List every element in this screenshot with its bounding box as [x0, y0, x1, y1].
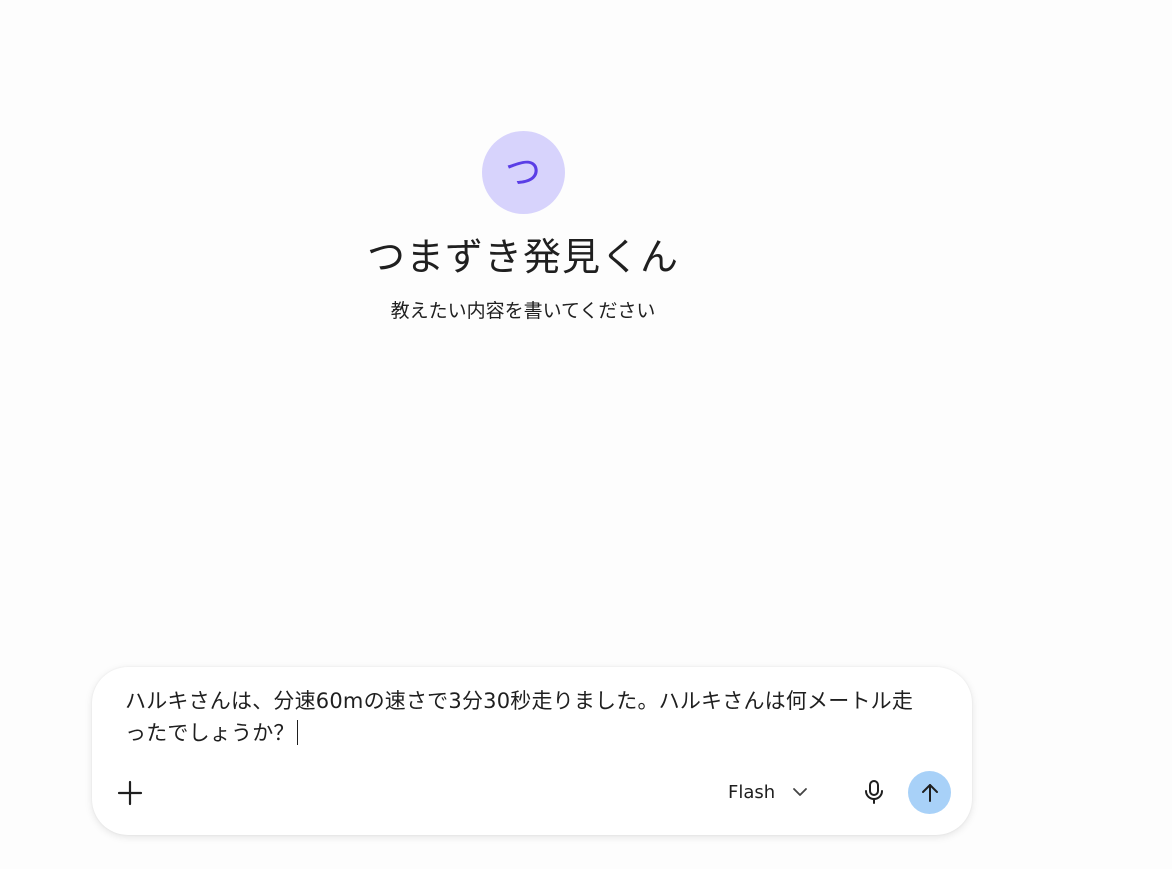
microphone-icon: [865, 780, 883, 804]
plus-icon: [117, 780, 143, 806]
gem-avatar: つ: [481, 131, 565, 214]
page-title: つまずき発見くん: [366, 235, 679, 279]
model-selector[interactable]: Flash: [728, 774, 809, 810]
prompt-input-value: ハルキさんは、分速60mの速さで3分30秒走りました。ハルキさんは何メートル走っ…: [125, 689, 914, 745]
avatar-glyph: つ: [504, 151, 541, 193]
text-caret: [296, 720, 298, 745]
arrow-up-icon: [921, 783, 938, 802]
chevron-down-icon: [793, 788, 808, 796]
app-window: つ つまずき発見くん 教えたい内容を書いてください ハルキさんは、分速60mの速…: [0, 0, 1172, 869]
microphone-button[interactable]: [856, 774, 892, 810]
welcome-header: つ つまずき発見くん 教えたい内容を書いてください: [0, 0, 1046, 323]
prompt-input[interactable]: ハルキさんは、分速60mの速さで3分30秒走りました。ハルキさんは何メートル走っ…: [125, 685, 925, 749]
page-subtitle: 教えたい内容を書いてください: [390, 299, 656, 322]
model-label: Flash: [728, 781, 776, 803]
send-button[interactable]: [908, 771, 951, 814]
add-attachment-button[interactable]: [110, 773, 150, 813]
prompt-composer: ハルキさんは、分速60mの速さで3分30秒走りました。ハルキさんは何メートル走っ…: [92, 667, 972, 835]
